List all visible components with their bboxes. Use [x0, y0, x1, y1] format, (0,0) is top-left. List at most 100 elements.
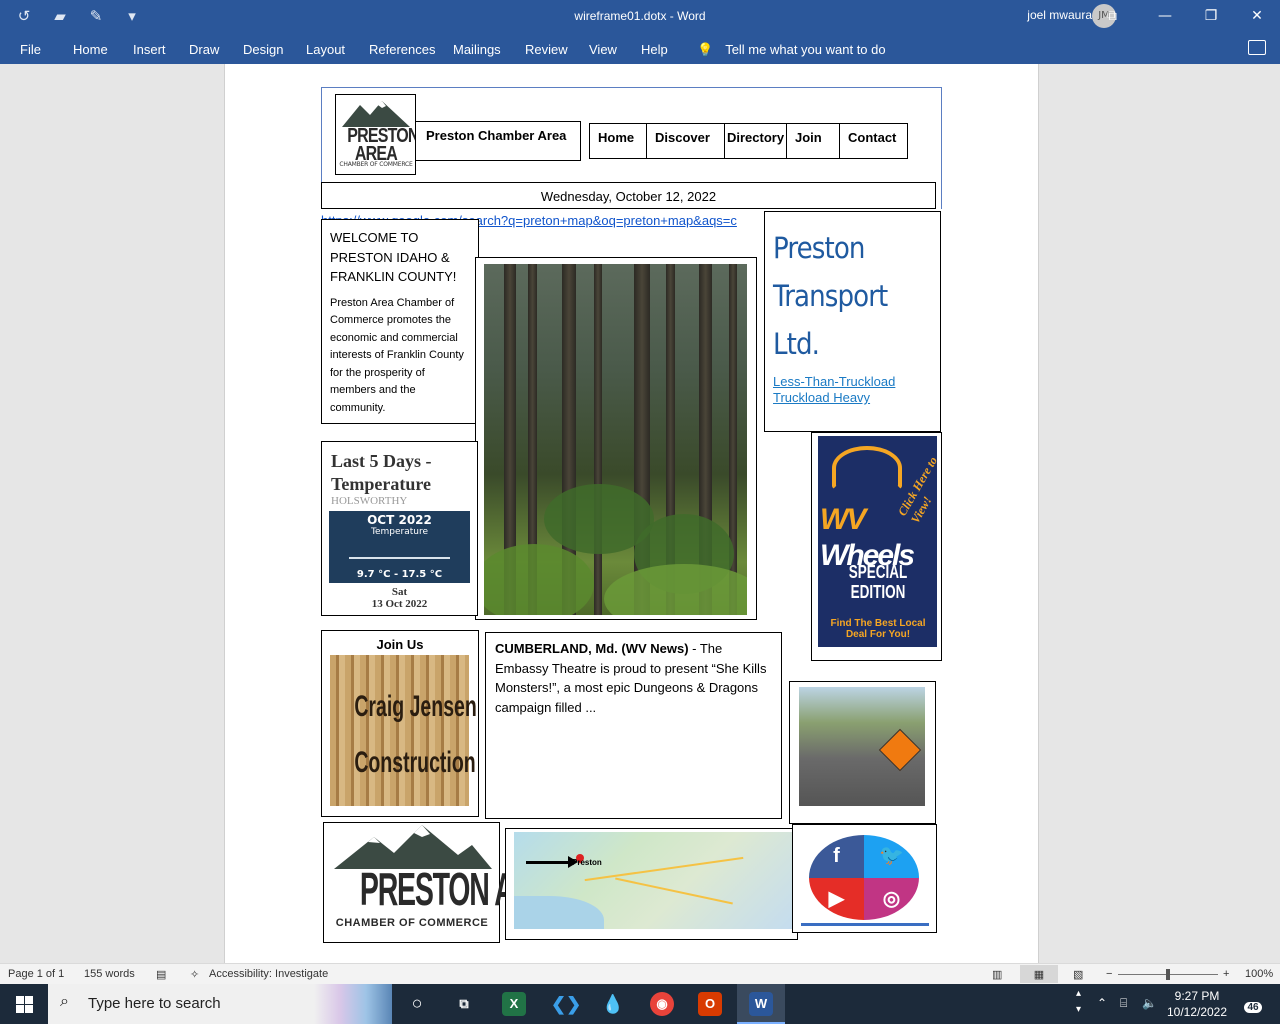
- proofing-icon[interactable]: ▤: [156, 968, 166, 981]
- restore-icon[interactable]: ❐: [1188, 0, 1234, 34]
- tab-insert[interactable]: Insert: [133, 42, 166, 57]
- page-count[interactable]: Page 1 of 1: [8, 968, 64, 980]
- notifications-icon[interactable]: 46: [1240, 992, 1266, 1014]
- tab-draw[interactable]: Draw: [189, 42, 219, 57]
- site-nav: Home Discover Directory Join Contact: [589, 123, 908, 159]
- news-article: CUMBERLAND, Md. (WV News) - The Embassy …: [485, 632, 782, 819]
- word-icon: W: [749, 992, 773, 1016]
- tab-references[interactable]: References: [369, 42, 435, 57]
- search-placeholder: Type here to search: [88, 995, 221, 1012]
- document-page[interactable]: PRESTON AREA CHAMBER OF COMMERCE Preston…: [224, 64, 1039, 964]
- social-bar: [801, 923, 929, 926]
- clock-time: 9:27 PM: [1174, 989, 1220, 1003]
- tray-scroll-icon[interactable]: ▴ ▾: [1076, 986, 1081, 1018]
- nav-join[interactable]: Join: [787, 124, 840, 158]
- map-label: Preston: [572, 858, 602, 867]
- close-icon[interactable]: ✕: [1234, 0, 1280, 34]
- zoom-thumb[interactable]: [1166, 969, 1170, 980]
- wheels-deal-text: Find The Best Local Deal For You!: [830, 618, 926, 640]
- logo-name: PRESTON AREA: [347, 125, 419, 165]
- comments-icon[interactable]: [1248, 40, 1266, 55]
- tab-home[interactable]: Home: [73, 42, 108, 57]
- cortana-icon[interactable]: ○: [405, 992, 429, 1016]
- taskbar: ⌕ Type here to search ○ ⧉ X ❮❯ 💧 ◉ O W ▴…: [0, 984, 1280, 1024]
- welcome-box: WELCOME TO PRESTON IDAHO & FRANKLIN COUN…: [321, 219, 479, 424]
- chamber-logo[interactable]: PRESTON AREA CHAMBER OF COMMERCE: [335, 94, 419, 175]
- nav-discover[interactable]: Discover: [647, 124, 725, 158]
- wheels-ad[interactable]: Click Here to View! WV Wheels SPECIAL ED…: [818, 436, 937, 647]
- accessibility-icon: ✧: [190, 969, 200, 981]
- road-photo-frame: [789, 681, 936, 824]
- nav-directory[interactable]: Directory: [725, 124, 787, 158]
- wheels-arc-icon: [832, 446, 902, 490]
- nav-contact[interactable]: Contact: [840, 124, 907, 158]
- map-frame: Preston: [505, 828, 798, 940]
- paint-icon[interactable]: 💧: [601, 992, 625, 1016]
- zoom-level[interactable]: 100%: [1245, 968, 1273, 980]
- vscode-icon[interactable]: ❮❯: [551, 992, 581, 1016]
- volume-icon[interactable]: 🔈: [1142, 996, 1157, 1010]
- facebook-icon[interactable]: f: [809, 835, 864, 878]
- temperature-card[interactable]: OCT 2022 Temperature 9.7 °C - 17.5 °C: [329, 511, 470, 583]
- ribbon-display-options-icon[interactable]: ⧉: [1082, 0, 1142, 34]
- wheels-special-edition: SPECIAL EDITION: [848, 562, 908, 602]
- mountain-icon: [342, 101, 410, 127]
- transport-links[interactable]: Less-Than-Truckload Truckload Heavy: [773, 374, 932, 406]
- zoom-in-icon[interactable]: +: [1223, 968, 1229, 980]
- instagram-icon[interactable]: ◎: [864, 878, 919, 920]
- search-icon: ⌕: [60, 993, 69, 1010]
- tab-mailings[interactable]: Mailings: [453, 42, 501, 57]
- transport-title-line-3: Ltd.: [773, 327, 820, 361]
- temperature-bar: [349, 557, 450, 559]
- lightbulb-icon: 💡: [697, 42, 714, 57]
- windows-start-icon[interactable]: [0, 984, 48, 1024]
- road-photo[interactable]: [799, 687, 925, 806]
- welcome-title: WELCOME TO PRESTON IDAHO & FRANKLIN COUN…: [330, 230, 457, 284]
- welcome-body: Preston Area Chamber of Commerce promote…: [330, 296, 464, 414]
- excel-icon[interactable]: X: [502, 992, 526, 1016]
- join-us-box: Join Us Craig Jensen Construction: [321, 630, 479, 817]
- word-count[interactable]: 155 words: [84, 968, 135, 980]
- clock-date: 10/12/2022: [1166, 1005, 1228, 1019]
- tab-file[interactable]: File: [20, 42, 41, 57]
- taskbar-word-active[interactable]: W: [737, 984, 785, 1024]
- logo-large-name: PRESTON AREA: [359, 863, 571, 915]
- arrow-icon: [526, 861, 570, 864]
- tab-view[interactable]: View: [589, 42, 617, 57]
- accessibility-status[interactable]: Accessibility: Investigate: [209, 968, 328, 980]
- tab-layout[interactable]: Layout: [306, 42, 345, 57]
- temperature-day: Sat 13 Oct 2022: [329, 586, 470, 610]
- social-media-frame: f 🐦 ▶ ◎: [792, 824, 937, 933]
- tab-help[interactable]: Help: [641, 42, 668, 57]
- construction-image-text: Craig Jensen Construction: [354, 679, 476, 791]
- show-hidden-icons[interactable]: ⌃: [1097, 996, 1107, 1010]
- date-field: Wednesday, October 12, 2022: [321, 182, 936, 209]
- read-mode-icon[interactable]: ▥: [992, 968, 1002, 981]
- chamber-logo-large[interactable]: PRESTON AREA CHAMBER OF COMMERCE: [323, 822, 571, 943]
- twitter-icon[interactable]: 🐦: [864, 835, 919, 878]
- site-title: Preston Chamber Area: [415, 121, 581, 161]
- network-icon[interactable]: ⌸: [1120, 996, 1127, 1011]
- forest-photo[interactable]: [484, 264, 747, 615]
- zoom-out-icon[interactable]: −: [1106, 968, 1112, 980]
- nav-home[interactable]: Home: [590, 124, 647, 158]
- clock[interactable]: 9:27 PM 10/12/2022: [1158, 988, 1236, 1020]
- social-media-graphic[interactable]: f 🐦 ▶ ◎: [809, 835, 919, 920]
- road-sign-icon: [878, 728, 922, 772]
- print-layout-icon[interactable]: ▦: [1020, 965, 1058, 983]
- taskbar-search[interactable]: ⌕ Type here to search: [48, 984, 392, 1024]
- logo-subtitle: CHAMBER OF COMMERCE: [339, 161, 413, 168]
- tab-review[interactable]: Review: [525, 42, 568, 57]
- map-image[interactable]: Preston: [514, 832, 794, 929]
- office-icon[interactable]: O: [698, 992, 722, 1016]
- tab-design[interactable]: Design: [243, 42, 283, 57]
- task-view-icon[interactable]: ⧉: [452, 992, 476, 1016]
- chrome-icon[interactable]: ◉: [650, 992, 674, 1016]
- youtube-icon[interactable]: ▶: [809, 878, 864, 920]
- construction-image[interactable]: Craig Jensen Construction: [330, 655, 477, 806]
- web-layout-icon[interactable]: ▧: [1073, 968, 1083, 981]
- construction-word: Construction: [354, 746, 476, 779]
- minimize-icon[interactable]: —: [1142, 0, 1188, 34]
- tell-me-search[interactable]: 💡 Tell me what you want to do: [697, 42, 886, 58]
- transport-ad[interactable]: Preston Transport Ltd. Less-Than-Trucklo…: [764, 211, 941, 432]
